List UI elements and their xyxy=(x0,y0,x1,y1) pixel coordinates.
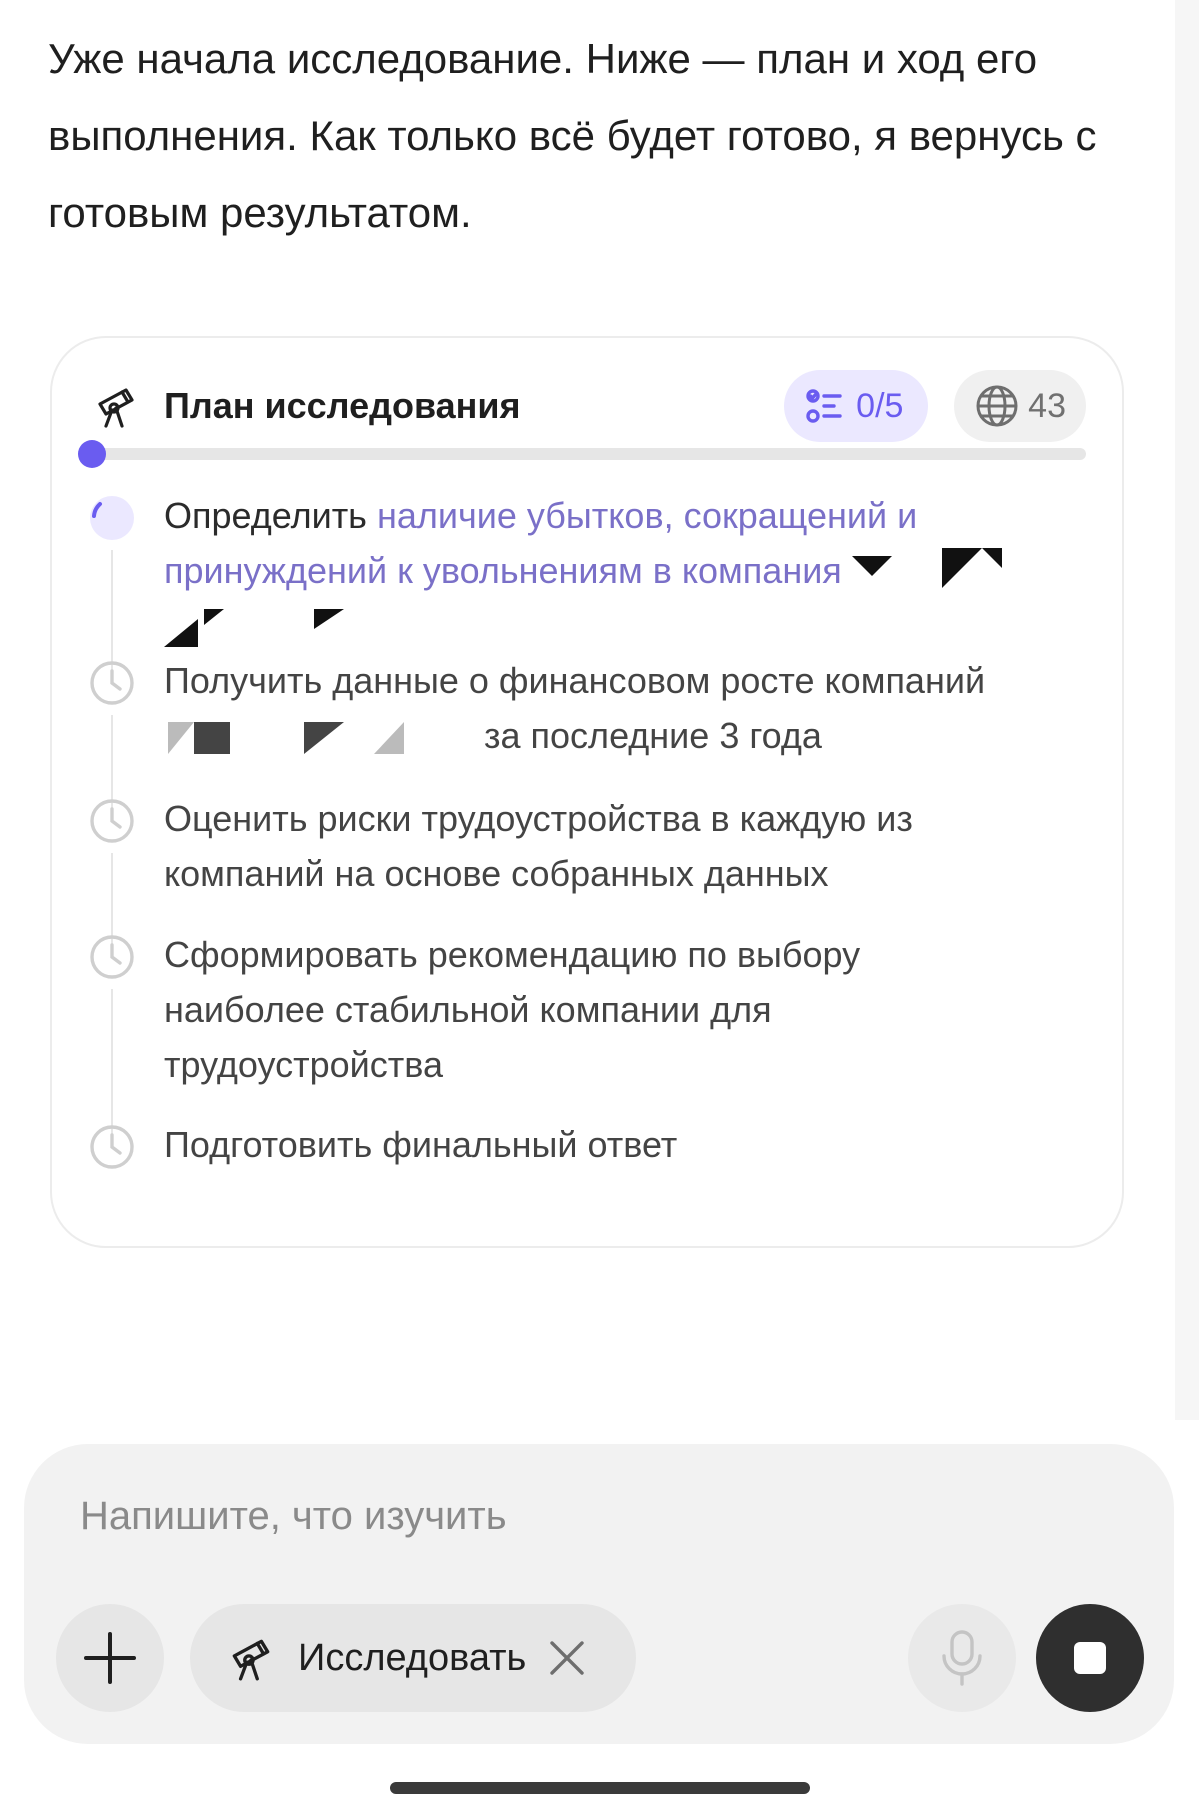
composer: Напишите, что изучить Исследовать xyxy=(24,1444,1174,1744)
plan-step-2: Получить данные о финансовом росте компа… xyxy=(88,653,1082,813)
research-mode-chip[interactable]: Исследовать xyxy=(190,1604,636,1712)
step-text: Получить данные о финансовом росте компа… xyxy=(164,660,986,701)
microphone-icon xyxy=(942,1630,982,1686)
telescope-icon xyxy=(232,1639,270,1681)
plan-step-4: Сформировать рекомендацию по выбору наиб… xyxy=(88,927,1082,1139)
redaction-mark xyxy=(168,722,404,755)
plus-icon xyxy=(84,1632,136,1684)
step-text: Подготовить финальный ответ xyxy=(164,1124,678,1165)
research-plan-card: План исследования 0/5 43 Определить нали… xyxy=(50,336,1124,1248)
mode-chip-label: Исследовать xyxy=(298,1636,527,1679)
clock-icon xyxy=(90,1125,134,1169)
clock-icon xyxy=(90,799,134,843)
stop-button[interactable] xyxy=(1036,1604,1144,1712)
progress-badge[interactable]: 0/5 xyxy=(784,370,929,442)
sources-count: 43 xyxy=(1028,386,1066,425)
add-attachment-button[interactable] xyxy=(56,1604,164,1712)
step-text: Оценить риски трудоустройства в каждую и… xyxy=(164,798,913,894)
sources-badge[interactable]: 43 xyxy=(954,370,1086,442)
plan-step-3: Оценить риски трудоустройства в каждую и… xyxy=(88,791,1082,949)
step-text: Сформировать рекомендацию по выбору наиб… xyxy=(164,934,861,1085)
microphone-button[interactable] xyxy=(908,1604,1016,1712)
clock-icon xyxy=(90,935,134,979)
scrollbar-track[interactable] xyxy=(1175,0,1199,1420)
composer-input[interactable]: Напишите, что изучить xyxy=(80,1494,507,1539)
plan-header: План исследования 0/5 43 xyxy=(92,368,1086,444)
plan-step-5: Подготовить финальный ответ xyxy=(88,1117,1082,1172)
plan-title: План исследования xyxy=(164,385,521,426)
assistant-message: Уже начала исследование. Ниже — план и х… xyxy=(48,35,1097,236)
plan-steps: Определить наличие убытков, сокращений и… xyxy=(88,488,1082,1172)
telescope-icon xyxy=(98,388,134,428)
loading-spinner-icon xyxy=(90,496,134,540)
plan-progress-bar xyxy=(78,440,1086,468)
redaction-mark xyxy=(164,608,344,647)
clock-icon xyxy=(90,661,134,705)
plan-step-1: Определить наличие убытков, сокращений и… xyxy=(88,488,1082,675)
redaction-mark xyxy=(851,548,1002,589)
home-indicator[interactable] xyxy=(390,1782,810,1794)
step-text-line2-end: в компания xyxy=(652,550,842,591)
stop-icon xyxy=(1074,1642,1106,1674)
step-text-line2: за последние 3 года xyxy=(484,715,822,756)
close-icon[interactable] xyxy=(548,1639,586,1677)
progress-count: 0/5 xyxy=(856,386,904,425)
progress-indicator xyxy=(78,440,106,468)
step-text: Определить xyxy=(164,495,367,536)
globe-icon xyxy=(976,385,1018,427)
checklist-icon xyxy=(806,389,842,423)
step-text-fading: наличие убытков, сокращений и xyxy=(376,495,918,536)
step-text-line2: принуждений к увольнениям xyxy=(164,550,643,591)
